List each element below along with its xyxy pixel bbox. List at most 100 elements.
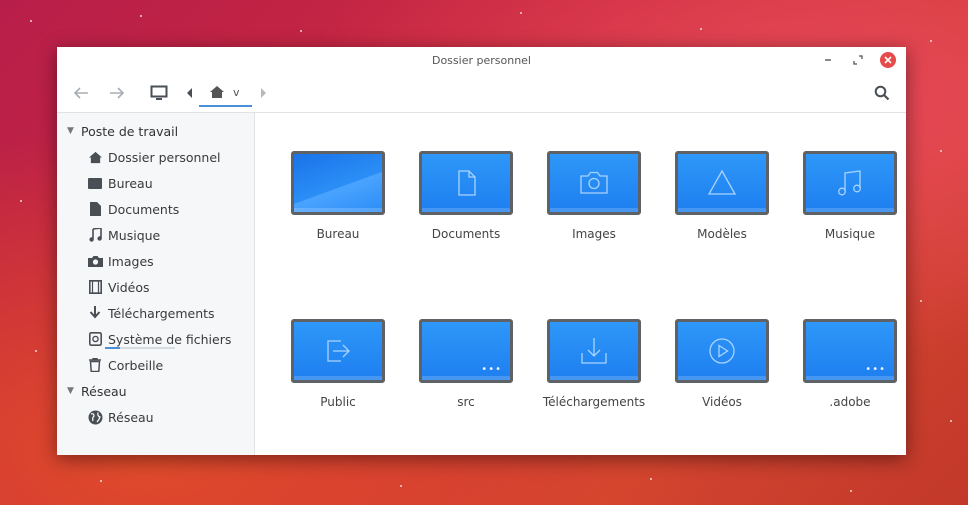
folder-icon: ••• bbox=[419, 319, 513, 383]
folder-icon bbox=[419, 151, 513, 215]
drive-icon bbox=[85, 332, 105, 346]
maximize-icon bbox=[853, 55, 863, 65]
folder-src[interactable]: ••• src bbox=[402, 319, 530, 429]
breadcrumb-scroll-right[interactable] bbox=[256, 81, 270, 105]
folder-public[interactable]: Public bbox=[274, 319, 402, 429]
window-title: Dossier personnel bbox=[431, 54, 531, 67]
search-button[interactable] bbox=[870, 81, 894, 105]
folder-documents[interactable]: Documents bbox=[402, 151, 530, 319]
breadcrumb-scroll-left[interactable] bbox=[183, 81, 197, 105]
folder-telechargements[interactable]: Téléchargements bbox=[530, 319, 658, 429]
music-icon bbox=[85, 228, 105, 242]
sidebar-section-label: Réseau bbox=[81, 383, 127, 399]
sidebar-item-dossier-personnel[interactable]: Dossier personnel bbox=[57, 144, 254, 170]
sidebar-item-telechargements[interactable]: Téléchargements bbox=[57, 300, 254, 326]
back-button[interactable] bbox=[69, 81, 93, 105]
sidebar-item-label: Corbeille bbox=[108, 357, 164, 373]
window-controls bbox=[820, 52, 896, 68]
folder-icon bbox=[291, 319, 385, 383]
arrow-left-icon bbox=[73, 87, 88, 99]
sidebar-item-images[interactable]: Images bbox=[57, 248, 254, 274]
folder-label: Modèles bbox=[697, 227, 747, 241]
sidebar-section-reseau[interactable]: ▼ Réseau bbox=[57, 378, 254, 404]
sidebar-item-bureau[interactable]: Bureau bbox=[57, 170, 254, 196]
file-view: Bureau Documents Images Modèles Musique … bbox=[255, 113, 906, 455]
monitor-icon bbox=[150, 85, 168, 100]
camera-icon bbox=[580, 171, 608, 194]
desktop-folder-icon bbox=[291, 151, 385, 215]
sidebar-section-label: Poste de travail bbox=[81, 123, 179, 139]
home-icon bbox=[210, 86, 224, 98]
minimize-button[interactable] bbox=[820, 52, 836, 68]
close-icon bbox=[884, 56, 892, 64]
folder-icon bbox=[675, 151, 769, 215]
share-icon bbox=[327, 340, 350, 362]
search-icon bbox=[874, 85, 890, 101]
sidebar-item-documents[interactable]: Documents bbox=[57, 196, 254, 222]
titlebar[interactable]: Dossier personnel bbox=[57, 47, 906, 74]
disk-usage-fill bbox=[105, 347, 121, 349]
triangle-icon bbox=[707, 169, 737, 195]
chevron-down-icon: ▼ bbox=[67, 386, 74, 396]
folder-label: Téléchargements bbox=[542, 395, 646, 409]
desktop-folder-icon bbox=[85, 177, 105, 189]
sidebar-item-corbeille[interactable]: Corbeille bbox=[57, 352, 254, 378]
sidebar-item-label: Images bbox=[108, 253, 154, 269]
caret-left-icon bbox=[187, 88, 192, 98]
minimize-icon bbox=[825, 59, 831, 61]
folder-label: src bbox=[457, 395, 475, 409]
breadcrumb-home-label: v bbox=[233, 85, 240, 99]
folder-videos[interactable]: Vidéos bbox=[658, 319, 786, 429]
close-button[interactable] bbox=[880, 52, 896, 68]
folder-label: .adobe bbox=[829, 395, 871, 409]
sidebar-item-label: Vidéos bbox=[108, 279, 150, 295]
folder-grid: Bureau Documents Images Modèles Musique … bbox=[274, 151, 906, 429]
document-icon bbox=[458, 170, 476, 196]
sidebar-section-poste-de-travail[interactable]: ▼ Poste de travail bbox=[57, 118, 254, 144]
more-dots-icon: ••• bbox=[865, 364, 886, 375]
sidebar-item-label: Téléchargements bbox=[108, 305, 215, 321]
folder-label: Documents bbox=[431, 227, 501, 241]
sidebar-item-label: Système de fichiers bbox=[108, 331, 232, 347]
folder-label: Images bbox=[572, 227, 616, 241]
file-manager-window: Dossier personnel v ▼ Poste de travail D… bbox=[57, 47, 906, 455]
caret-right-icon bbox=[260, 88, 266, 98]
sidebar-item-label: Bureau bbox=[108, 175, 153, 191]
sidebar-item-label: Documents bbox=[108, 201, 180, 217]
folder-icon bbox=[547, 319, 641, 383]
breadcrumb-home[interactable]: v bbox=[199, 79, 252, 107]
sidebar-item-videos[interactable]: Vidéos bbox=[57, 274, 254, 300]
sidebar: ▼ Poste de travail Dossier personnel Bur… bbox=[57, 113, 255, 455]
camera-icon bbox=[85, 255, 105, 267]
folder-musique[interactable]: Musique bbox=[786, 151, 906, 319]
maximize-button[interactable] bbox=[850, 52, 866, 68]
music-icon bbox=[838, 170, 861, 196]
sidebar-item-label: Musique bbox=[108, 227, 161, 243]
sidebar-item-musique[interactable]: Musique bbox=[57, 222, 254, 248]
folder-bureau[interactable]: Bureau bbox=[274, 151, 402, 319]
sidebar-item-label: Dossier personnel bbox=[108, 149, 221, 165]
sidebar-item-label: Réseau bbox=[108, 409, 154, 425]
home-icon bbox=[85, 151, 105, 164]
forward-button[interactable] bbox=[105, 81, 129, 105]
folder-label: Public bbox=[320, 395, 356, 409]
folder-icon: ••• bbox=[803, 319, 897, 383]
computer-button[interactable] bbox=[147, 81, 171, 105]
sidebar-item-reseau[interactable]: Réseau bbox=[57, 404, 254, 430]
download-icon bbox=[581, 338, 607, 364]
globe-icon bbox=[85, 410, 105, 425]
chevron-down-icon: ▼ bbox=[67, 126, 74, 136]
disk-usage-bar bbox=[105, 347, 175, 349]
folder-adobe[interactable]: ••• .adobe bbox=[786, 319, 906, 429]
folder-label: Musique bbox=[824, 227, 876, 241]
document-icon bbox=[85, 202, 105, 216]
play-icon bbox=[709, 338, 735, 364]
folder-icon bbox=[803, 151, 897, 215]
sidebar-item-systeme-de-fichiers[interactable]: Système de fichiers bbox=[57, 326, 254, 352]
toolbar: v bbox=[57, 74, 906, 113]
download-icon bbox=[85, 306, 105, 320]
folder-images[interactable]: Images bbox=[530, 151, 658, 319]
arrow-right-icon bbox=[110, 87, 125, 99]
folder-modeles[interactable]: Modèles bbox=[658, 151, 786, 319]
folder-label: Vidéos bbox=[702, 395, 742, 409]
